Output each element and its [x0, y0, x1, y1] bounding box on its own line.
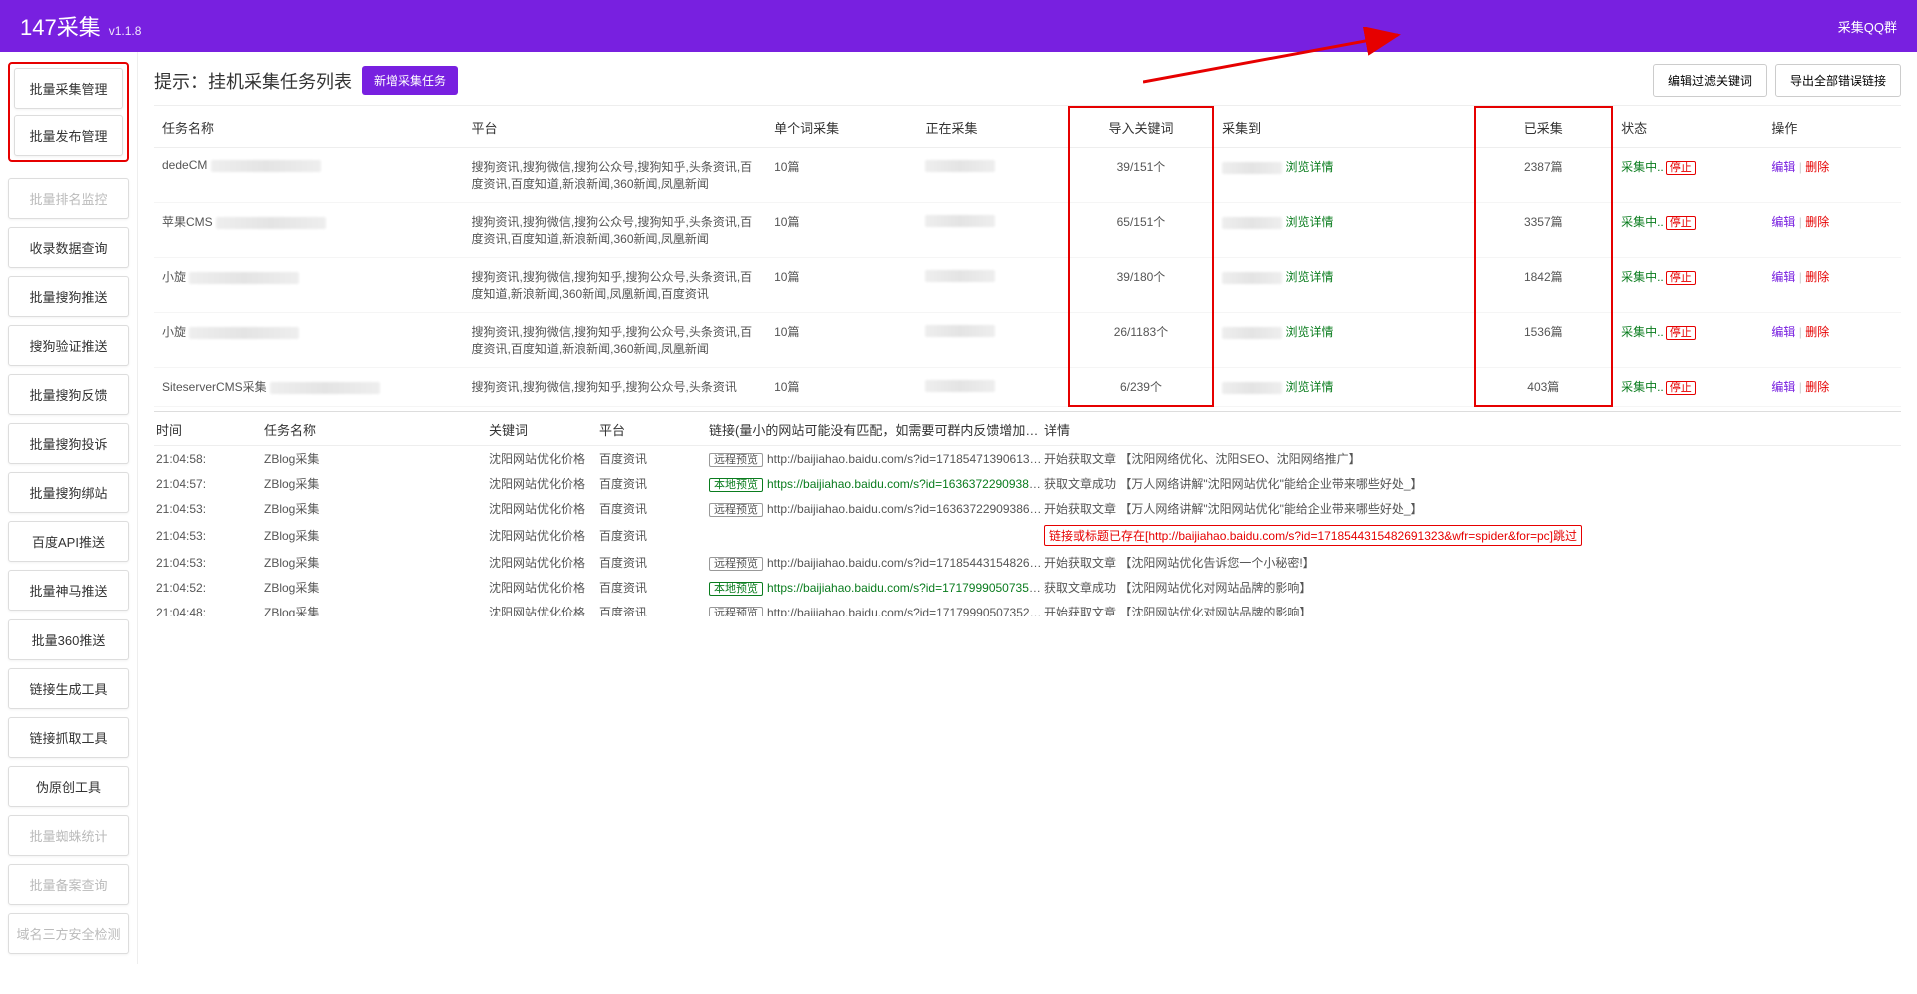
task-row: SiteserverCMS采集 搜狗资讯,搜狗微信,搜狗知乎,搜狗公众号,头条资…: [154, 368, 1901, 407]
remote-preview-tag[interactable]: 远程预览: [709, 503, 763, 517]
stop-button[interactable]: 停止: [1666, 271, 1696, 285]
log-row: 21:04:52:ZBlog采集沈阳网站优化价格百度资讯本地预览https://…: [154, 575, 1901, 600]
delete-link[interactable]: 删除: [1805, 160, 1829, 174]
delete-link[interactable]: 删除: [1805, 325, 1829, 339]
remote-preview-tag[interactable]: 远程预览: [709, 607, 763, 617]
version-label: v1.1.8: [109, 24, 142, 38]
sidebar-item-collect-manage[interactable]: 批量采集管理: [14, 68, 123, 109]
col-header-5: 采集到: [1213, 107, 1474, 148]
sidebar-item-6[interactable]: 批量搜狗绑站: [8, 472, 129, 513]
log-col-4: 链接(量小的网站可能没有匹配，如需要可群内反馈增加规则): [709, 420, 1044, 439]
delete-link[interactable]: 删除: [1805, 270, 1829, 284]
sidebar-item-2[interactable]: 批量搜狗推送: [8, 276, 129, 317]
page-title: 提示：挂机采集任务列表: [154, 68, 352, 94]
log-row: 21:04:58:ZBlog采集沈阳网站优化价格百度资讯远程预览http://b…: [154, 446, 1901, 471]
status-text: 采集中..: [1621, 215, 1664, 229]
export-errors-button[interactable]: 导出全部错误链接: [1775, 64, 1901, 97]
task-row: dedeCM 搜狗资讯,搜狗微信,搜狗公众号,搜狗知乎,头条资讯,百度资讯,百度…: [154, 148, 1901, 203]
sidebar-item-publish-manage[interactable]: 批量发布管理: [14, 115, 123, 156]
status-text: 采集中..: [1621, 160, 1664, 174]
remote-preview-tag[interactable]: 远程预览: [709, 557, 763, 571]
sidebar-item-9[interactable]: 批量360推送: [8, 619, 129, 660]
log-col-2: 关键词: [489, 420, 599, 439]
task-row: 小旋 搜狗资讯,搜狗微信,搜狗知乎,搜狗公众号,头条资讯,百度知道,新浪新闻,3…: [154, 258, 1901, 313]
stop-button[interactable]: 停止: [1666, 381, 1696, 395]
sidebar-item-7[interactable]: 百度API推送: [8, 521, 129, 562]
status-text: 采集中..: [1621, 380, 1664, 394]
log-row: 21:04:53:ZBlog采集沈阳网站优化价格百度资讯远程预览http://b…: [154, 550, 1901, 575]
edit-link[interactable]: 编辑: [1771, 160, 1795, 174]
sidebar-highlight-group: 批量采集管理 批量发布管理: [8, 62, 129, 162]
local-preview-tag[interactable]: 本地预览: [709, 582, 763, 596]
detail-link[interactable]: 浏览详情: [1286, 270, 1334, 284]
app-logo: 147采集: [20, 10, 101, 42]
col-header-1: 平台: [464, 107, 767, 148]
app-header: 147采集 v1.1.8 采集QQ群: [0, 0, 1917, 52]
log-row: 21:04:57:ZBlog采集沈阳网站优化价格百度资讯本地预览https://…: [154, 471, 1901, 496]
col-header-4: 导入关键词: [1069, 107, 1213, 148]
sidebar-item-1[interactable]: 收录数据查询: [8, 227, 129, 268]
log-row: 21:04:53:ZBlog采集沈阳网站优化价格百度资讯远程预览http://b…: [154, 496, 1901, 521]
sidebar-item-15: 域名三方安全检测: [8, 913, 129, 954]
sidebar-item-3[interactable]: 搜狗验证推送: [8, 325, 129, 366]
edit-link[interactable]: 编辑: [1771, 270, 1795, 284]
sidebar-item-10[interactable]: 链接生成工具: [8, 668, 129, 709]
status-text: 采集中..: [1621, 325, 1664, 339]
status-text: 采集中..: [1621, 270, 1664, 284]
log-panel: 时间任务名称关键词平台链接(量小的网站可能没有匹配，如需要可群内反馈增加规则)详…: [154, 411, 1901, 616]
edit-link[interactable]: 编辑: [1771, 215, 1795, 229]
sidebar-item-12[interactable]: 伪原创工具: [8, 766, 129, 807]
log-scroll[interactable]: 21:04:58:ZBlog采集沈阳网站优化价格百度资讯远程预览http://b…: [154, 446, 1901, 616]
edit-link[interactable]: 编辑: [1771, 325, 1795, 339]
sidebar: 批量采集管理 批量发布管理 批量排名监控收录数据查询批量搜狗推送搜狗验证推送批量…: [0, 52, 138, 964]
sidebar-item-13: 批量蜘蛛统计: [8, 815, 129, 856]
col-header-6: 已采集: [1475, 107, 1613, 148]
log-col-3: 平台: [599, 420, 709, 439]
col-header-2: 单个词采集: [766, 107, 917, 148]
sidebar-item-11[interactable]: 链接抓取工具: [8, 717, 129, 758]
remote-preview-tag[interactable]: 远程预览: [709, 453, 763, 467]
add-task-button[interactable]: 新增采集任务: [362, 66, 458, 95]
sidebar-item-8[interactable]: 批量神马推送: [8, 570, 129, 611]
delete-link[interactable]: 删除: [1805, 215, 1829, 229]
log-row: 21:04:53:ZBlog采集沈阳网站优化价格百度资讯链接或标题已存在[htt…: [154, 521, 1901, 550]
detail-link[interactable]: 浏览详情: [1286, 215, 1334, 229]
detail-link[interactable]: 浏览详情: [1286, 325, 1334, 339]
col-header-0: 任务名称: [154, 107, 464, 148]
edit-filter-button[interactable]: 编辑过滤关键词: [1653, 64, 1767, 97]
task-table: 任务名称平台单个词采集正在采集导入关键词采集到已采集状态操作 dedeCM 搜狗…: [154, 106, 1901, 407]
sidebar-item-14: 批量备案查询: [8, 864, 129, 905]
edit-link[interactable]: 编辑: [1771, 380, 1795, 394]
task-row: 苹果CMS 搜狗资讯,搜狗微信,搜狗公众号,搜狗知乎,头条资讯,百度资讯,百度知…: [154, 203, 1901, 258]
log-warning: 链接或标题已存在[http://baijiahao.baidu.com/s?id…: [1044, 525, 1582, 546]
sidebar-item-0: 批量排名监控: [8, 178, 129, 219]
log-row: 21:04:48:ZBlog采集沈阳网站优化价格百度资讯远程预览http://b…: [154, 600, 1901, 616]
col-header-3: 正在采集: [917, 107, 1068, 148]
log-col-5: 详情: [1044, 420, 1901, 439]
logo-area: 147采集 v1.1.8: [20, 10, 141, 42]
sidebar-item-4[interactable]: 批量搜狗反馈: [8, 374, 129, 415]
log-col-0: 时间: [154, 420, 264, 439]
col-header-8: 操作: [1763, 107, 1901, 148]
stop-button[interactable]: 停止: [1666, 216, 1696, 230]
qq-group-link[interactable]: 采集QQ群: [1838, 17, 1897, 36]
stop-button[interactable]: 停止: [1666, 161, 1696, 175]
log-col-1: 任务名称: [264, 420, 489, 439]
local-preview-tag[interactable]: 本地预览: [709, 478, 763, 492]
detail-link[interactable]: 浏览详情: [1286, 160, 1334, 174]
content-area: 提示：挂机采集任务列表 新增采集任务 编辑过滤关键词 导出全部错误链接 任务名称…: [138, 52, 1917, 964]
col-header-7: 状态: [1612, 107, 1763, 148]
stop-button[interactable]: 停止: [1666, 326, 1696, 340]
sidebar-item-5[interactable]: 批量搜狗投诉: [8, 423, 129, 464]
detail-link[interactable]: 浏览详情: [1286, 380, 1334, 394]
task-row: 小旋 搜狗资讯,搜狗微信,搜狗知乎,搜狗公众号,头条资讯,百度资讯,百度知道,新…: [154, 313, 1901, 368]
delete-link[interactable]: 删除: [1805, 380, 1829, 394]
